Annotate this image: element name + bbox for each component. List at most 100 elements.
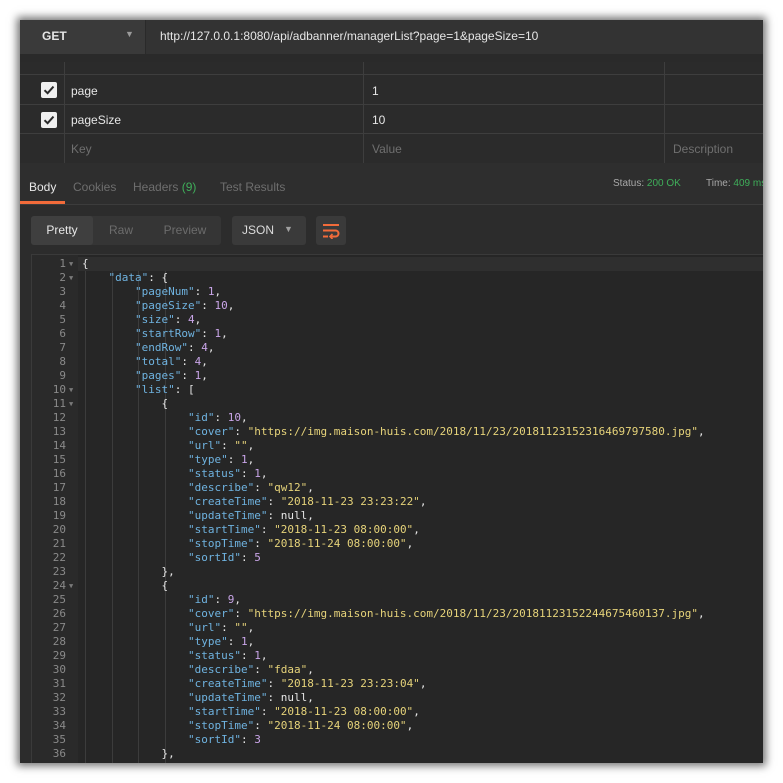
- code-text: "sortId": 5: [188, 551, 261, 564]
- code-text: "data": {: [108, 271, 169, 284]
- code-line: 25 "id": 9,: [32, 593, 763, 607]
- response-body-editor[interactable]: 1 ▼{2 ▼ "data": {3 "pageNum": 1, 4 "pageSize":…: [31, 254, 763, 763]
- line-number: 31: [52, 677, 66, 690]
- line-number: 8: [59, 355, 66, 368]
- code-line: 20 "startTime": "2018-11-23 08:00:00",: [32, 523, 763, 537]
- divider: [20, 54, 763, 62]
- code-line: 17 "describe": "qw12",: [32, 481, 763, 495]
- code-text: "size": 4,: [135, 313, 202, 326]
- code-line: 19 "updateTime": null,: [32, 509, 763, 523]
- check-icon: [43, 85, 55, 95]
- code-text: },: [161, 565, 175, 578]
- code-text: "cover": "https://img.maison-huis.com/20…: [188, 425, 705, 438]
- tab-body[interactable]: Body: [29, 180, 56, 194]
- method-select[interactable]: GET ▼: [20, 20, 146, 54]
- fold-chevron-icon[interactable]: ▼: [69, 271, 73, 285]
- headers-count-badge: (9): [181, 180, 197, 194]
- fold-chevron-icon[interactable]: ▼: [69, 397, 73, 411]
- time-label: Time:: [706, 178, 731, 189]
- format-select-value: JSON: [242, 223, 275, 237]
- fold-chevron-icon[interactable]: ▼: [69, 257, 73, 271]
- code-line: 27 "url": "",: [32, 621, 763, 635]
- param-value[interactable]: 10: [372, 113, 385, 127]
- code-text: "startRow": 1,: [135, 327, 228, 340]
- code-text: "total": 4,: [135, 355, 208, 368]
- param-row: page 1: [20, 75, 763, 105]
- url-input[interactable]: http://127.0.0.1:8080/api/adbanner/manag…: [160, 29, 538, 43]
- line-number: 25: [52, 593, 66, 606]
- pretty-button[interactable]: Pretty: [31, 216, 93, 245]
- line-number: 9: [59, 369, 66, 382]
- fold-chevron-icon[interactable]: ▼: [69, 579, 73, 593]
- code-text: "id": 10,: [188, 411, 248, 424]
- code-text: "describe": "qw12",: [188, 481, 314, 494]
- code-text: "createTime": "2018-11-23 23:23:22",: [188, 495, 427, 508]
- line-number: 5: [59, 313, 66, 326]
- code-text: {: [161, 397, 169, 410]
- code-line: 1 ▼ {: [32, 257, 763, 271]
- param-checkbox[interactable]: [41, 112, 57, 128]
- response-tabs: Body Cookies Headers (9) Test Results St…: [20, 163, 763, 205]
- tab-test-results[interactable]: Test Results: [220, 180, 285, 194]
- code-line: 11 ▼ {: [32, 397, 763, 411]
- code-text: "list": [: [135, 383, 195, 396]
- format-select[interactable]: JSON ▼: [232, 216, 306, 245]
- status-readout: Status: 200 OK: [613, 178, 681, 189]
- line-number: 4: [59, 299, 66, 312]
- line-number: 7: [59, 341, 66, 354]
- fold-chevron-icon[interactable]: ▼: [69, 383, 73, 397]
- code-text: {: [161, 579, 169, 592]
- code-text: "url": "",: [188, 439, 255, 452]
- line-number: 30: [52, 663, 66, 676]
- code-line: 28 "type": 1,: [32, 635, 763, 649]
- line-number: 3: [59, 285, 66, 298]
- line-number: 10: [52, 383, 66, 396]
- line-number: 20: [52, 523, 66, 536]
- line-number: 21: [52, 537, 66, 550]
- param-value[interactable]: 1: [372, 84, 379, 98]
- code-line: 18 "createTime": "2018-11-23 23:23:22",: [32, 495, 763, 509]
- code-text: "stopTime": "2018-11-24 08:00:00",: [188, 537, 414, 550]
- line-number: 32: [52, 691, 66, 704]
- code-text: "type": 1,: [188, 453, 255, 466]
- tab-cookies[interactable]: Cookies: [73, 180, 116, 194]
- param-new-row: Key Value Description: [20, 134, 763, 163]
- code-line: 31 "createTime": "2018-11-23 23:23:04",: [32, 677, 763, 691]
- code-line: 2 ▼ "data": {: [32, 271, 763, 285]
- param-checkbox[interactable]: [41, 82, 57, 98]
- tab-headers[interactable]: Headers (9): [133, 180, 196, 194]
- line-number: 1: [59, 257, 66, 270]
- code-line: 10 ▼ "list": [: [32, 383, 763, 397]
- line-number: 15: [52, 453, 66, 466]
- line-number: 19: [52, 509, 66, 522]
- key-placeholder-input[interactable]: Key: [71, 142, 92, 156]
- code-text: "id": 9,: [188, 593, 241, 606]
- description-placeholder-input[interactable]: Description: [673, 142, 733, 156]
- wrap-lines-button[interactable]: [316, 216, 346, 245]
- code-text: "pageSize": 10,: [135, 299, 235, 312]
- preview-button[interactable]: Preview: [149, 216, 221, 245]
- param-key[interactable]: pageSize: [71, 113, 121, 127]
- code-text: {: [82, 257, 89, 270]
- code-text: "cover": "https://img.maison-huis.com/20…: [188, 607, 705, 620]
- line-number: 33: [52, 705, 66, 718]
- line-number: 12: [52, 411, 66, 424]
- param-key[interactable]: page: [71, 84, 98, 98]
- line-number: 2: [59, 271, 66, 284]
- code-line: 7 "endRow": 4,: [32, 341, 763, 355]
- line-number: 36: [52, 747, 66, 760]
- param-row: pageSize 10: [20, 105, 763, 134]
- raw-button[interactable]: Raw: [93, 216, 149, 245]
- code-line: 26 "cover": "https://img.maison-huis.com/…: [32, 607, 763, 621]
- code-text: "describe": "fdaa",: [188, 663, 314, 676]
- code-line: 14 "url": "",: [32, 439, 763, 453]
- line-number: 13: [52, 425, 66, 438]
- format-toolbar: Pretty Raw Preview JSON ▼: [20, 206, 763, 254]
- tab-headers-label: Headers: [133, 180, 179, 194]
- code-line: 22 "sortId": 5: [32, 551, 763, 565]
- value-placeholder-input[interactable]: Value: [372, 142, 402, 156]
- status-label: Status:: [613, 178, 645, 189]
- code-line: 16 "status": 1,: [32, 467, 763, 481]
- code-line: 24 ▼ {: [32, 579, 763, 593]
- code-text: "startTime": "2018-11-23 08:00:00",: [188, 705, 420, 718]
